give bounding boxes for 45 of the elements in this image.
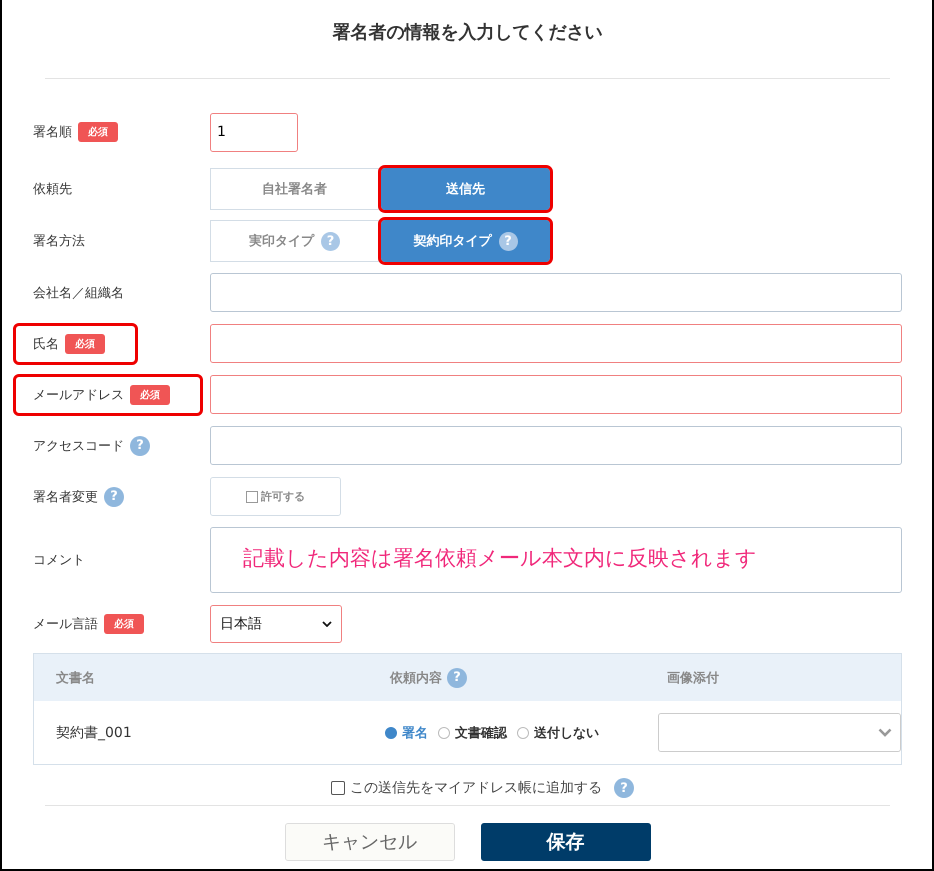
field-label: コメント: [33, 552, 85, 569]
required-badge: 必須: [104, 614, 144, 634]
text-field[interactable]: [210, 273, 902, 312]
attachment-dropdown[interactable]: [658, 713, 901, 752]
field-label: アクセスコード: [33, 438, 124, 454]
checkbox[interactable]: [246, 490, 258, 502]
text-field[interactable]: [210, 375, 902, 414]
field-label: メールアドレス: [33, 386, 124, 404]
required-badge: 必須: [65, 334, 105, 354]
table-cell: 契約書_001: [56, 724, 132, 742]
radio-option[interactable]: 署名: [385, 724, 428, 742]
help-icon[interactable]: ?: [447, 668, 467, 688]
radio-option[interactable]: 送付しない: [517, 724, 600, 742]
dialog-title: 署名者の情報を入力してください: [332, 21, 604, 45]
toggle-option[interactable]: 自社署名者: [210, 168, 379, 210]
field-label: 氏名: [33, 336, 59, 352]
toggle-option[interactable]: 契約印タイプ ?: [381, 220, 550, 262]
help-icon[interactable]: ?: [614, 778, 634, 798]
chevron-icon: [322, 620, 332, 626]
radio-option[interactable]: 文書確認: [438, 724, 508, 742]
comment-field[interactable]: 記載した内容は署名依頼メール本文内に反映されます: [210, 527, 902, 593]
required-badge: 必須: [78, 122, 118, 142]
cancel-button[interactable]: キャンセル: [284, 823, 454, 861]
field-label: 署名者変更: [33, 488, 98, 506]
column-header: 画像添付: [667, 670, 719, 686]
help-icon[interactable]: ?: [104, 486, 124, 506]
required-badge: 必須: [130, 384, 170, 404]
help-icon[interactable]: ?: [130, 436, 150, 456]
field-label: 署名方法: [33, 233, 85, 250]
number-field[interactable]: 1: [210, 112, 298, 152]
permit-toggle[interactable]: 許可する: [210, 477, 341, 516]
save-button[interactable]: 保存: [480, 823, 650, 861]
toggle-option[interactable]: 実印タイプ ?: [210, 220, 379, 262]
field-label: 会社名／組織名: [33, 284, 124, 302]
chevron-icon: [878, 728, 892, 737]
field-label: メール言語: [33, 616, 98, 632]
field-label: 署名順: [33, 124, 72, 141]
column-header: 依頼内容: [390, 670, 442, 686]
text-field[interactable]: [210, 426, 902, 465]
language-dropdown[interactable]: 日本語: [210, 604, 342, 642]
address-book-checkbox[interactable]: この送信先をマイアドレス帳に追加する: [331, 779, 602, 797]
field-label: 依頼先: [33, 181, 72, 198]
column-header: 文書名: [56, 670, 95, 686]
text-field[interactable]: [210, 324, 902, 363]
toggle-option[interactable]: 送信先: [381, 168, 550, 210]
